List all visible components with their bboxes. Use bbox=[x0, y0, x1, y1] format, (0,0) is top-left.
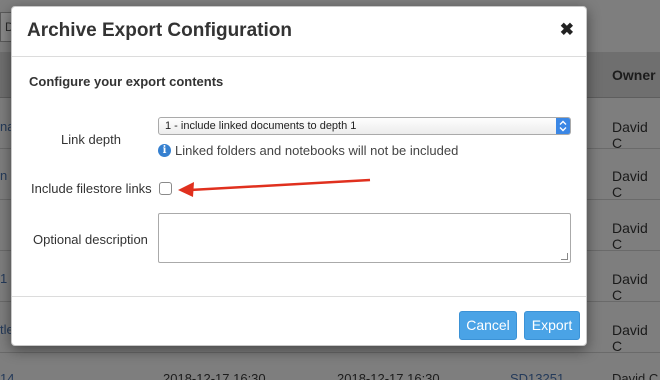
dialog-title: Archive Export Configuration bbox=[27, 20, 292, 41]
date-cell: 2018-12-17 16:30 bbox=[163, 371, 266, 380]
export-button[interactable]: Export bbox=[524, 311, 580, 340]
dialog-header: Archive Export Configuration ✖ bbox=[12, 7, 586, 57]
owner-cell: David C bbox=[612, 322, 648, 354]
document-link-fragment[interactable]: 14 bbox=[0, 371, 14, 380]
section-heading: Configure your export contents bbox=[29, 74, 224, 89]
owner-cell: David C bbox=[612, 220, 648, 252]
owner-cell: David C bbox=[612, 168, 648, 200]
info-icon: i bbox=[158, 144, 171, 157]
description-textarea[interactable] bbox=[158, 213, 571, 263]
owner-cell: David C bbox=[612, 271, 648, 303]
date-cell: 2018-12-17 16:30 bbox=[337, 371, 440, 380]
link-depth-selected-value: 1 - include linked documents to depth 1 bbox=[165, 120, 357, 132]
description-label: Optional description bbox=[33, 232, 148, 247]
resize-grip-icon[interactable] bbox=[561, 253, 568, 260]
close-button[interactable]: ✖ bbox=[560, 20, 574, 40]
link-depth-select[interactable]: 1 - include linked documents to depth 1 bbox=[158, 117, 571, 135]
filestore-links-label: Include filestore links bbox=[31, 181, 152, 196]
info-note: i Linked folders and notebooks will not … bbox=[158, 143, 458, 158]
owner-cell: David C bbox=[612, 119, 648, 151]
owner-column-header: Owner bbox=[612, 67, 656, 83]
cancel-button[interactable]: Cancel bbox=[459, 311, 517, 340]
document-link-fragment[interactable]: n bbox=[0, 168, 7, 183]
chevron-updown-glyph bbox=[559, 120, 567, 132]
link-depth-label: Link depth bbox=[61, 132, 121, 147]
info-text: Linked folders and notebooks will not be… bbox=[175, 143, 459, 158]
id-link[interactable]: SD13251 bbox=[510, 371, 564, 380]
filestore-links-checkbox[interactable] bbox=[159, 182, 172, 195]
owner-cell: David C bbox=[612, 371, 659, 380]
document-link-fragment[interactable]: 1 bbox=[0, 271, 7, 286]
chevron-updown-icon bbox=[556, 118, 570, 134]
archive-export-dialog: Archive Export Configuration ✖ Configure… bbox=[11, 6, 587, 346]
